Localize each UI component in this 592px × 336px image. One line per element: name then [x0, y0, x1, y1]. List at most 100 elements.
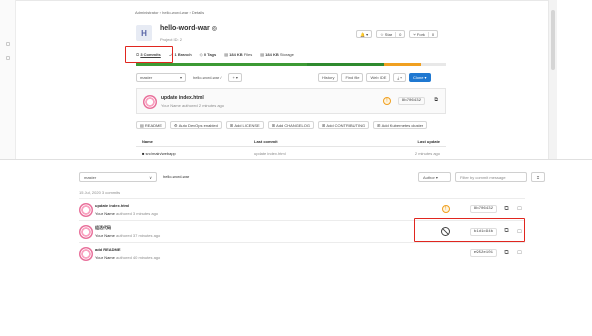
row-divider [79, 198, 525, 199]
row-divider [79, 242, 525, 243]
commit-actions: e952e101 ⧉ □ [469, 249, 523, 257]
language-segment [136, 63, 307, 66]
breadcrumb[interactable]: Administrator › hello-word-war › Details [135, 10, 204, 15]
sidebar-icon[interactable] [6, 42, 10, 46]
commit-row[interactable]: add README Your Name authored 40 minutes… [79, 244, 525, 266]
repo-path: hello-word-war / [190, 73, 225, 82]
tags-link[interactable]: ◇ 0 Tags [200, 52, 217, 57]
add-dropdown[interactable]: + ▾ [228, 73, 242, 82]
web-ide-button[interactable]: Web IDE [366, 73, 391, 82]
project-actions: 🔔 ▾ ☆ Star 0 ⑂ Fork 0 [356, 30, 439, 38]
highlight-box [414, 218, 525, 242]
commit-actions: ! 8b706432 ⧉ □ [441, 205, 523, 213]
author-avatar [79, 225, 93, 239]
last-commit-box: update index.html Your Name authored 2 m… [136, 88, 446, 114]
col-name: Name [142, 139, 153, 144]
language-segment [306, 63, 384, 66]
readme-button[interactable]: ▤ README [136, 121, 167, 129]
files-stat[interactable]: ▤ 184 KB Files [224, 52, 252, 57]
rss-button[interactable]: ⌗ [531, 172, 545, 182]
commit-title[interactable]: update index.html [95, 203, 129, 208]
fork-label: ⑂ Fork [413, 31, 425, 37]
star-button[interactable]: ☆ Star 0 [376, 30, 406, 38]
author-avatar [143, 95, 157, 109]
author-avatar [79, 247, 93, 261]
fork-count: 0 [427, 31, 434, 37]
commits-day-header: 15 Jul, 2020 3 commits [79, 190, 121, 195]
tag-icon: ◇ [199, 52, 203, 57]
add-contributing-button[interactable]: ⊞ Add CONTRIBUTING [317, 121, 370, 129]
highlight-box [125, 46, 173, 63]
copy-icon[interactable]: ⧉ [503, 250, 510, 257]
row-last-commit[interactable]: update index.html [254, 151, 286, 156]
folder-icon[interactable]: □ [516, 206, 523, 213]
add-changelog-button[interactable]: ⊞ Add CHANGELOG [267, 121, 314, 129]
table-row[interactable]: ■ src/main/webapp update index.html 2 mi… [136, 149, 446, 159]
history-button[interactable]: History [318, 73, 339, 82]
chevron-down-icon: ▾ [179, 75, 182, 80]
fork-button[interactable]: ⑂ Fork 0 [409, 30, 439, 38]
commit-sha[interactable]: 8b706432 [397, 97, 425, 105]
commits-toolbar-right: Author ▾ Filter by commit message ⌗ [418, 172, 545, 182]
branch-select[interactable]: master ∨ [79, 172, 157, 182]
project-id: Project ID: 2 [160, 37, 183, 42]
col-last-update: Last update [417, 139, 440, 144]
pipeline-warning-icon[interactable]: ! [441, 205, 450, 213]
file-icon: ▤ [224, 52, 228, 57]
copy-icon[interactable]: ⧉ [503, 206, 510, 213]
storage-icon: ▤ [260, 52, 265, 57]
storage-stat: ▤ 184 KB Storage [260, 52, 294, 57]
commit-meta: Your Name authored 3 minutes ago [95, 211, 159, 216]
add-kubernetes-button[interactable]: ⊞ Add Kubernetes cluster [373, 121, 428, 129]
project-name: hello-word-war [160, 25, 210, 32]
commit-title[interactable]: add README [95, 247, 121, 252]
file-table-header: Name Last commit Last update [136, 137, 446, 147]
commit-search-input[interactable]: Filter by commit message [455, 172, 527, 182]
language-segment [384, 63, 422, 66]
project-overview-panel [16, 0, 549, 159]
clone-button[interactable]: Clone ▾ [408, 73, 431, 82]
scrollbar-thumb[interactable] [551, 10, 555, 70]
sidebar-icon[interactable] [6, 56, 10, 60]
col-last-commit: Last commit [254, 139, 278, 144]
chevron-down-icon: ∨ [149, 174, 152, 180]
row-last-update: 2 minutes ago [414, 151, 440, 156]
quick-actions: ▤ README ⚙ Auto DevOps enabled ⊞ Add LIC… [136, 121, 428, 129]
project-avatar: H [136, 25, 152, 41]
commit-search-placeholder: Filter by commit message [460, 174, 506, 180]
last-commit-meta: Your Name authored 2 minutes ago [161, 103, 225, 108]
auto-devops-button[interactable]: ⚙ Auto DevOps enabled [170, 121, 222, 129]
repository-language-bar [136, 63, 446, 66]
download-button[interactable]: ⤓ ▾ [393, 73, 406, 82]
project-title: hello-word-war ◎ [160, 25, 217, 32]
add-license-button[interactable]: ⊞ Add LICENSE [225, 121, 264, 129]
branch-select-value: master [84, 174, 97, 180]
author-filter[interactable]: Author ▾ [418, 172, 451, 182]
commit-sha[interactable]: e952e101 [469, 249, 497, 257]
commit-meta: Your Name authored 37 minutes ago [95, 233, 161, 238]
commit-sha[interactable]: 8b706432 [469, 205, 497, 213]
repo-toolbar-right: History Find file Web IDE ⤓ ▾ Clone ▾ [318, 73, 431, 82]
pipeline-warning-icon[interactable]: ! [383, 97, 391, 105]
folder-icon[interactable]: □ [516, 250, 523, 257]
commit-meta: Your Name authored 40 minutes ago [95, 255, 161, 260]
screenshot-divider [0, 159, 592, 160]
folder-item[interactable]: ■ src/main/webapp [142, 151, 176, 156]
find-file-button[interactable]: Find file [341, 73, 364, 82]
folder-icon: ■ [142, 151, 145, 156]
branch-select-value: master [140, 75, 153, 80]
author-avatar [79, 203, 93, 217]
globe-icon: ◎ [211, 26, 217, 32]
copy-icon[interactable]: ⧉ [434, 97, 438, 103]
commit-title[interactable]: 组活代码 [95, 225, 111, 231]
repo-toolbar-left: master ▾ hello-word-war / + ▾ [136, 73, 242, 82]
rss-icon: ⌗ [536, 174, 540, 180]
last-commit-title[interactable]: update index.html [161, 95, 204, 101]
branch-select[interactable]: master ▾ [136, 73, 186, 82]
star-label: ☆ Star [380, 31, 393, 37]
star-count: 0 [395, 31, 401, 37]
notification-button[interactable]: 🔔 ▾ [356, 30, 373, 38]
commits-path[interactable]: hello-word-war [163, 174, 189, 179]
language-segment [421, 63, 446, 66]
left-sidebar-strip [0, 0, 16, 159]
